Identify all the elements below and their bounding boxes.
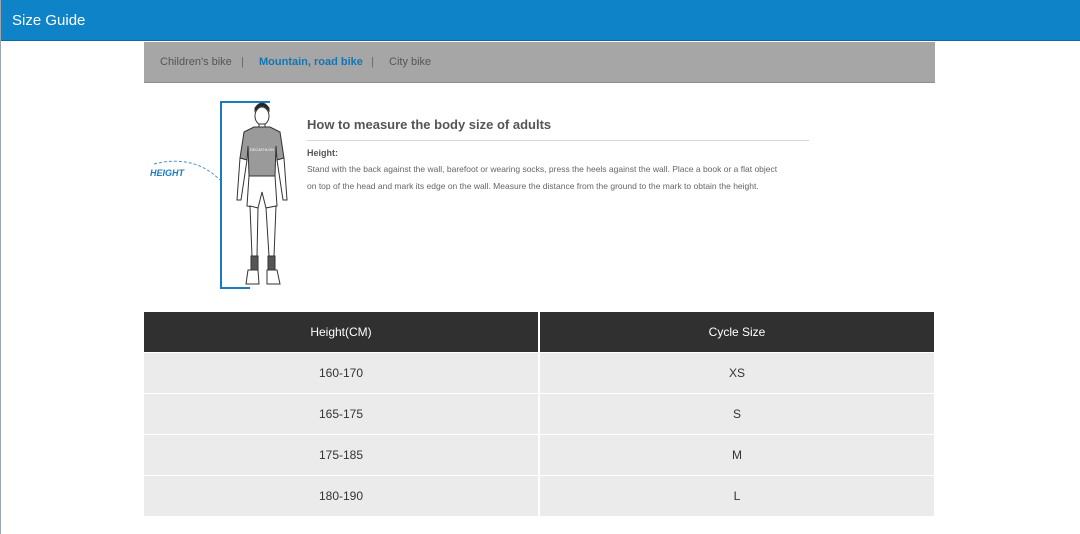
height-label: HEIGHT	[150, 168, 186, 178]
cycle-size-cell: M	[538, 435, 934, 475]
height-cell: 175-185	[318, 448, 364, 462]
bike-type-tabs: Children's bike | Mountain, road bike | …	[144, 42, 935, 83]
cycle-size-cell: L	[538, 476, 934, 516]
height-instruction-line-1: Stand with the back against the wall, ba…	[307, 164, 778, 174]
size-table-header: Height(CM) Cycle Size	[144, 312, 934, 352]
table-row: 165-175 S	[144, 393, 934, 434]
height-instruction-label: Height:	[307, 148, 338, 158]
page-title: Size Guide	[12, 12, 86, 29]
tab-childrens-bike[interactable]: Children's bike	[160, 55, 232, 69]
height-cell: 180-190	[318, 489, 364, 503]
table-row: 180-190 L	[144, 475, 934, 516]
column-header-height: Height(CM)	[310, 325, 372, 339]
table-row: 160-170 XS	[144, 352, 934, 393]
cycle-size-cell: S	[538, 394, 934, 434]
size-table: Height(CM) Cycle Size 160-170 XS 165-175…	[144, 312, 934, 516]
tab-separator: |	[371, 56, 374, 68]
height-cell: 160-170	[318, 366, 364, 380]
person-figure	[236, 102, 288, 285]
height-instruction-text: Stand with the back against the wall, ba…	[307, 161, 822, 195]
shirt-logo-text: DECATHLON	[250, 147, 274, 152]
column-header-cycle-size: Cycle Size	[538, 312, 934, 352]
height-instruction-line-2: on top of the head and mark its edge on …	[307, 181, 759, 191]
height-measurement-illustration: HEIGHT DECATHLON	[150, 101, 288, 289]
divider	[307, 140, 809, 141]
header-bar: Size Guide	[1, 0, 1080, 41]
tab-city-bike[interactable]: City bike	[389, 55, 431, 69]
size-guide-window: Size Guide Children's bike | Mountain, r…	[0, 0, 1080, 534]
measure-instructions-title: How to measure the body size of adults	[307, 117, 552, 132]
tab-separator: |	[241, 56, 244, 68]
cycle-size-cell: XS	[538, 353, 934, 393]
height-cell: 165-175	[318, 407, 364, 421]
table-row: 175-185 M	[144, 434, 934, 475]
tab-mountain-road-bike[interactable]: Mountain, road bike	[259, 55, 363, 69]
